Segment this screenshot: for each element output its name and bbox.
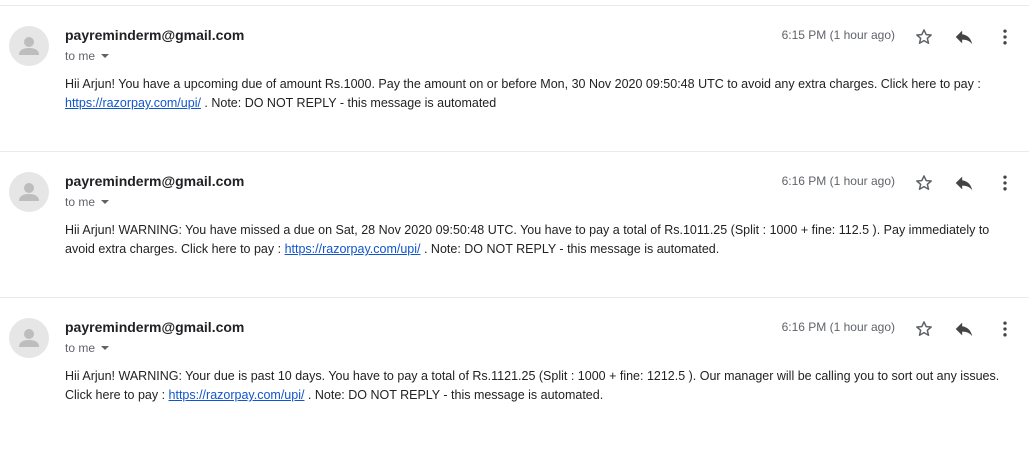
recipient-label: to me (65, 195, 96, 209)
star-outline-icon (916, 321, 932, 336)
star-button[interactable] (912, 25, 936, 49)
payment-link[interactable]: https://razorpay.com/upi/ (169, 388, 305, 402)
email-body: Hii Arjun! WARNING: You have missed a du… (65, 221, 1017, 259)
more-options-button[interactable] (993, 317, 1017, 341)
reply-arrow-icon (955, 322, 973, 337)
star-outline-icon (916, 175, 932, 190)
timestamp: 6:16 PM (1 hour ago) (781, 320, 895, 334)
body-text-after-link: . Note: DO NOT REPLY - this message is a… (420, 242, 720, 256)
reply-arrow-icon (955, 30, 973, 45)
email-body: Hii Arjun! You have a upcoming due of am… (65, 75, 1017, 113)
email-message: payreminderm@gmail.com to me 6:16 PM (1 … (0, 297, 1029, 443)
more-vert-icon (1003, 29, 1007, 45)
more-vert-icon (1003, 175, 1007, 191)
caret-down-icon[interactable] (101, 346, 110, 350)
body-text-after-link: . Note: DO NOT REPLY - this message is a… (304, 388, 604, 402)
default-avatar-icon[interactable] (9, 26, 49, 66)
reply-arrow-icon (955, 176, 973, 191)
payment-link[interactable]: https://razorpay.com/upi/ (285, 242, 421, 256)
sender-email[interactable]: payreminderm@gmail.com (65, 26, 244, 44)
payment-link[interactable]: https://razorpay.com/upi/ (65, 96, 201, 110)
caret-down-icon[interactable] (101, 54, 110, 58)
timestamp: 6:16 PM (1 hour ago) (781, 174, 895, 188)
body-text-before-link: Hii Arjun! You have a upcoming due of am… (65, 77, 981, 91)
recipient-details-toggle[interactable]: to me (65, 194, 110, 210)
more-options-button[interactable] (993, 25, 1017, 49)
body-text-after-link: . Note: DO NOT REPLY - this message is a… (200, 96, 497, 110)
more-options-button[interactable] (993, 171, 1017, 195)
sender-email[interactable]: payreminderm@gmail.com (65, 318, 244, 336)
reply-button[interactable] (952, 25, 976, 49)
recipient-details-toggle[interactable]: to me (65, 48, 110, 64)
reply-button[interactable] (952, 171, 976, 195)
timestamp: 6:15 PM (1 hour ago) (781, 28, 895, 42)
reply-button[interactable] (952, 317, 976, 341)
recipient-details-toggle[interactable]: to me (65, 340, 110, 356)
star-outline-icon (916, 29, 932, 44)
sender-email[interactable]: payreminderm@gmail.com (65, 172, 244, 190)
caret-down-icon[interactable] (101, 200, 110, 204)
star-button[interactable] (912, 317, 936, 341)
email-message: payreminderm@gmail.com to me 6:15 PM (1 … (0, 5, 1029, 151)
email-message: payreminderm@gmail.com to me 6:16 PM (1 … (0, 151, 1029, 297)
recipient-label: to me (65, 341, 96, 355)
recipient-label: to me (65, 49, 96, 63)
more-vert-icon (1003, 321, 1007, 337)
default-avatar-icon[interactable] (9, 318, 49, 358)
default-avatar-icon[interactable] (9, 172, 49, 212)
email-body: Hii Arjun! WARNING: Your due is past 10 … (65, 367, 1017, 405)
star-button[interactable] (912, 171, 936, 195)
